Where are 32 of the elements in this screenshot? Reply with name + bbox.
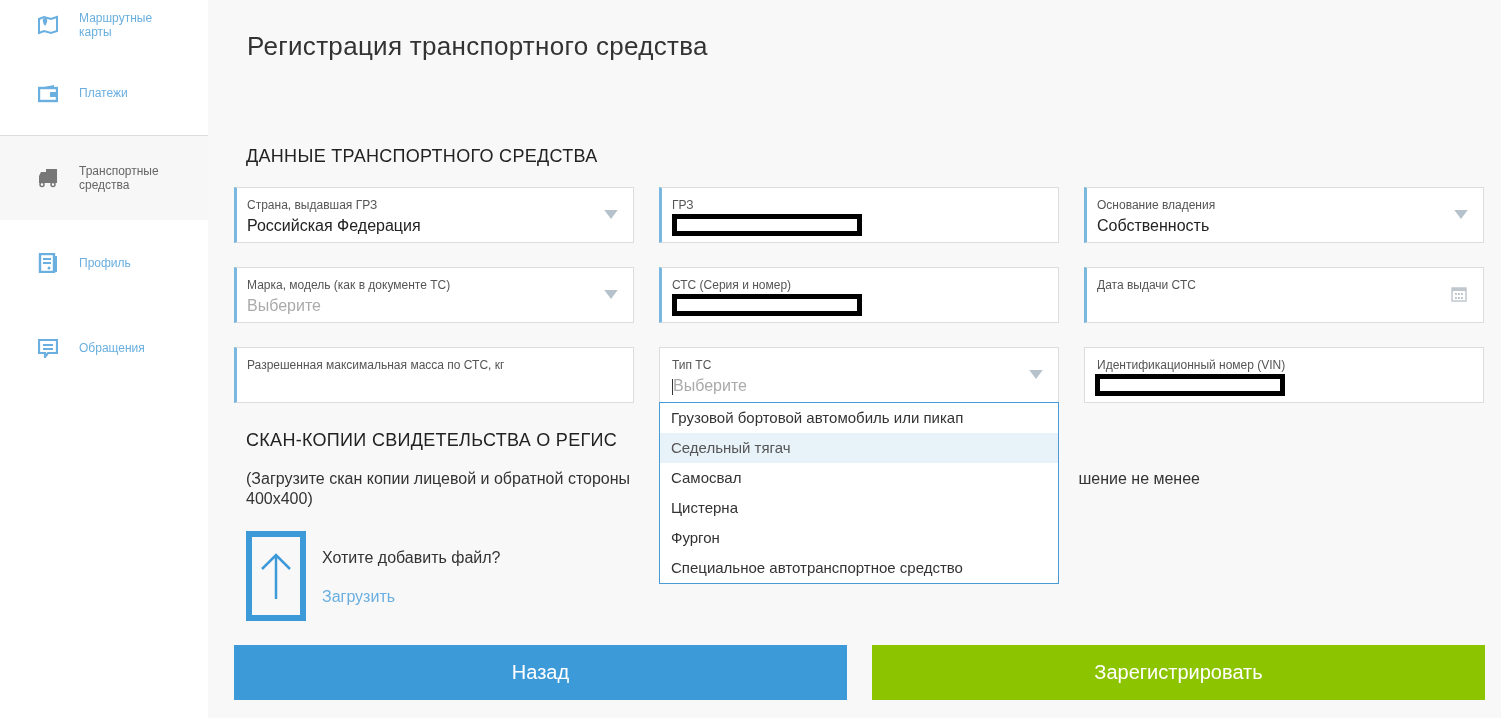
calendar-icon (1451, 286, 1467, 302)
dropdown-arrow-icon (1454, 210, 1468, 219)
date-field[interactable]: Дата выдачи СТС (1084, 267, 1484, 323)
wallet-icon (38, 82, 58, 103)
dropdown-option[interactable]: Специальное автотранспортное средство (660, 553, 1058, 583)
chat-bubble-icon (38, 337, 58, 358)
dropdown-arrow-icon (604, 210, 618, 219)
input-field[interactable]: СТС (Серия и номер) (659, 267, 1059, 323)
select-field[interactable]: Страна, выдавшая ГРЗ Российская Федерация (234, 187, 634, 243)
dropdown-arrow-icon (1029, 370, 1043, 379)
select-field[interactable]: Основание владения Собственность (1084, 187, 1484, 243)
dropdown-option[interactable]: Седельный тягач (660, 433, 1058, 463)
section-heading: ДАННЫЕ ТРАНСПОРТНОГО СРЕДСТВА (246, 146, 598, 167)
dropdown-arrow-icon (604, 290, 618, 299)
description-text: шение не менее (1078, 469, 1200, 489)
dropdown-option[interactable]: Грузовой бортовой автомобиль или пикап (660, 403, 1058, 433)
page-title: Регистрация транспортного средства (247, 31, 709, 62)
dropdown-option[interactable]: Самосвал (660, 463, 1058, 493)
description-text: 400x400) (246, 489, 313, 509)
input-field[interactable]: ГРЗ (659, 187, 1059, 243)
upload-prompt: Хотите добавить файл? (322, 549, 501, 567)
input-field[interactable]: Разрешенная максимальная масса по СТС, кг (234, 347, 634, 403)
dropdown-option[interactable]: Цистерна (660, 493, 1058, 523)
truck-icon (38, 168, 58, 188)
document-icon (38, 252, 58, 273)
select-field[interactable]: Марка, модель (как в документе ТС) Выберите (234, 267, 634, 323)
dropdown-option[interactable]: Фургон (660, 523, 1058, 553)
input-field[interactable]: Идентификационный номер (VIN) (1084, 347, 1484, 403)
map-pin-icon (38, 15, 58, 35)
sidebar-item[interactable]: Транспортные средства (0, 135, 208, 220)
description-text: (Загрузите скан копии лицевой и обратной стороны (246, 469, 631, 489)
section-heading: СКАН-КОПИИ СВИДЕТЕЛЬСТВА О РЕГИС (246, 430, 618, 451)
